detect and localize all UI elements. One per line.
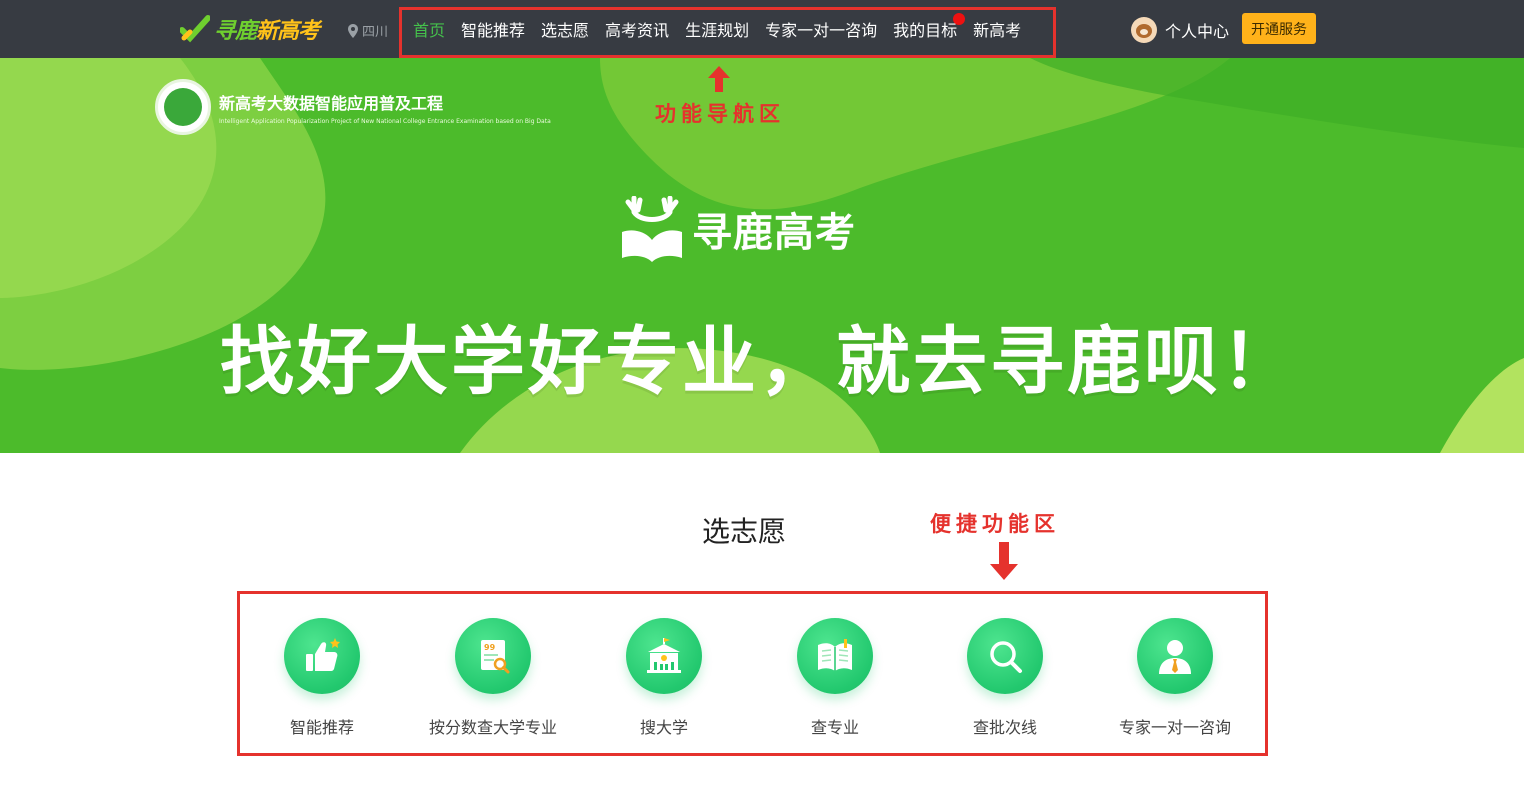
nav-item-new-gaokao[interactable]: 新高考 xyxy=(973,17,1021,41)
user-center-link[interactable]: 个人中心 xyxy=(1131,17,1229,43)
top-navbar: 寻鹿新高考 四川 首页 智能推荐 选志愿 高考资讯 生涯规划 专家一对一咨询 我… xyxy=(0,0,1524,58)
logo-text-part1: 寻鹿 xyxy=(214,19,257,44)
open-service-button[interactable]: 开通服务 xyxy=(1242,13,1316,44)
quick-area-annotation: 便捷功能区 xyxy=(930,512,1060,536)
book-icon xyxy=(818,639,852,671)
map-pin-icon xyxy=(348,23,358,38)
location-label: 四川 xyxy=(362,25,389,40)
nav-item-smart-recommend[interactable]: 智能推荐 xyxy=(461,17,525,41)
university-icon xyxy=(647,638,681,673)
checkmark-logo-icon xyxy=(180,15,210,43)
quick-item-label: 按分数查大学专业 xyxy=(428,718,557,737)
nav-item-career-planning[interactable]: 生涯规划 xyxy=(685,17,749,41)
quick-item-search-major[interactable]: 查专业 xyxy=(745,618,925,738)
section-title: 选志愿 xyxy=(702,515,787,548)
svg-text:99: 99 xyxy=(484,643,496,652)
expert-icon xyxy=(1159,640,1191,674)
notification-dot xyxy=(953,13,966,25)
search-icon xyxy=(990,641,1022,673)
user-center-label: 个人中心 xyxy=(1165,22,1230,41)
location-selector[interactable]: 四川 xyxy=(348,21,388,40)
main-nav: 首页 智能推荐 选志愿 高考资讯 生涯规划 专家一对一咨询 我的目标 新高考 xyxy=(413,13,1037,41)
quick-item-label: 查专业 xyxy=(810,718,859,737)
quick-item-search-university[interactable]: 搜大学 xyxy=(574,618,754,738)
quick-item-label: 查批次线 xyxy=(972,718,1037,737)
arrow-down-icon xyxy=(990,542,1018,580)
site-logo[interactable]: 寻鹿新高考 xyxy=(180,12,320,46)
project-subtitle: Intelligent Application Popularization P… xyxy=(219,117,551,125)
logo-text-part2: 新高考 xyxy=(256,19,320,44)
brand-logo: 寻鹿高考 xyxy=(620,196,856,262)
nav-item-my-goal[interactable]: 我的目标 xyxy=(893,13,966,41)
quick-item-label: 智能推荐 xyxy=(289,718,354,737)
hero-banner[interactable]: 新高考大数据智能应用普及工程 Intelligent Application P… xyxy=(0,58,1524,453)
quick-item-label: 搜大学 xyxy=(639,718,688,737)
nav-item-choose-wish[interactable]: 选志愿 xyxy=(541,17,589,41)
project-title: 新高考大数据智能应用普及工程 xyxy=(219,93,444,113)
project-badge: 新高考大数据智能应用普及工程 Intelligent Application P… xyxy=(155,79,551,135)
thumbs-up-icon xyxy=(306,638,340,671)
quick-item-batch-line[interactable]: 查批次线 xyxy=(915,618,1095,738)
avatar xyxy=(1131,17,1157,43)
quick-item-label: 专家一对一咨询 xyxy=(1118,718,1231,737)
project-seal-icon xyxy=(155,79,211,135)
nav-item-home[interactable]: 首页 xyxy=(413,17,445,41)
arrow-up-icon xyxy=(708,66,730,92)
hero-slogan: 找好大学好专业，就去寻鹿呗！ xyxy=(220,319,1298,405)
nav-item-my-goal-label: 我的目标 xyxy=(893,21,958,40)
deer-book-icon xyxy=(622,196,682,262)
nav-area-annotation: 功能导航区 xyxy=(655,102,785,126)
quick-item-score-search[interactable]: 99 按分数查大学专业 xyxy=(403,618,583,738)
nav-item-expert-consult[interactable]: 专家一对一咨询 xyxy=(765,17,877,41)
score-search-icon: 99 xyxy=(481,640,510,674)
quick-item-expert-consult[interactable]: 专家一对一咨询 xyxy=(1085,618,1265,738)
nav-item-exam-news[interactable]: 高考资讯 xyxy=(605,17,669,41)
quick-item-smart-recommend[interactable]: 智能推荐 xyxy=(232,618,412,738)
brand-name: 寻鹿高考 xyxy=(692,210,856,256)
